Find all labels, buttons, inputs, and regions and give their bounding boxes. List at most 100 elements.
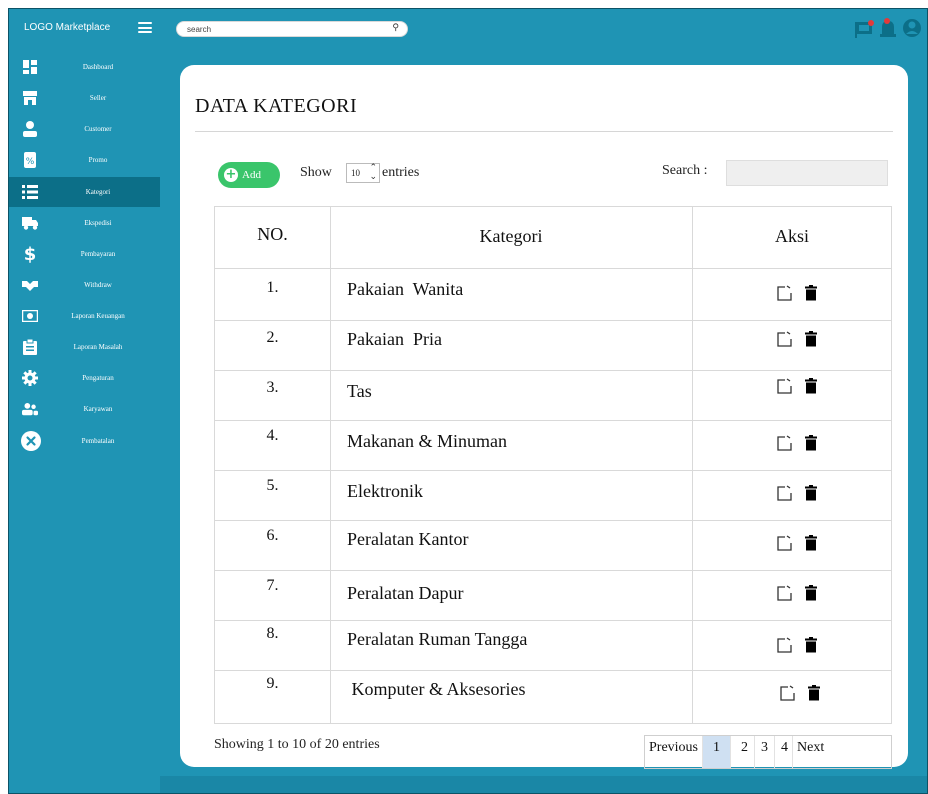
flag-icon[interactable] xyxy=(854,17,874,39)
row-number: 6. xyxy=(266,527,279,544)
list-icon xyxy=(22,183,38,201)
trash-icon[interactable] xyxy=(802,377,820,395)
show-label: Show xyxy=(300,165,332,180)
sidebar-item-ekspedisi[interactable]: Ekspedisi xyxy=(8,208,160,238)
sidebar-item-label: Karyawan xyxy=(83,405,113,413)
trash-icon[interactable] xyxy=(802,636,820,654)
sidebar-item-seller[interactable]: Seller xyxy=(8,83,160,113)
row-actions xyxy=(776,330,820,348)
sidebar-item-label: Dashboard xyxy=(82,63,114,71)
edit-icon[interactable] xyxy=(776,284,794,302)
sidebar-item-kategori[interactable]: Kategori xyxy=(8,177,160,207)
sidebar-item-laporan-keuangan[interactable]: Laporan Keuangan xyxy=(8,301,160,331)
svg-text:%: % xyxy=(26,157,35,167)
pagination-page-4[interactable]: 4 xyxy=(775,736,793,768)
row-kategori: Makanan & Minuman xyxy=(347,431,507,451)
content-panel: DATA KATEGORI + Add Show 10 ⌃ ⌄ entries S… xyxy=(180,65,908,769)
handshake-icon xyxy=(22,276,38,294)
search-label: Search : xyxy=(662,163,708,178)
row-number: 3. xyxy=(266,379,279,396)
edit-icon[interactable] xyxy=(776,434,794,452)
global-search[interactable]: ⚲ xyxy=(176,21,408,37)
row-kategori: Pakaian Pria xyxy=(347,329,442,349)
entries-select[interactable]: 10 ⌃ ⌄ xyxy=(346,163,380,183)
pagination-next[interactable]: Next xyxy=(793,736,828,768)
edit-icon[interactable] xyxy=(776,330,794,348)
sidebar-item-laporan-masalah[interactable]: Laporan Masalah xyxy=(8,332,160,362)
edit-icon[interactable] xyxy=(776,636,794,654)
user-icon[interactable] xyxy=(902,17,922,39)
sidebar-item-karyawan[interactable]: Karyawan xyxy=(8,394,160,424)
app-logo: LOGO Marketplace xyxy=(24,22,111,33)
clipboard-icon xyxy=(22,338,38,356)
pagination-page-1[interactable]: 1 xyxy=(703,736,731,768)
app-frame: LOGO Marketplace ⚲ Dashboard xyxy=(8,8,928,794)
trash-icon[interactable] xyxy=(802,284,820,302)
money-icon xyxy=(22,307,38,325)
sidebar-item-pembayaran[interactable]: $ Pembayaran xyxy=(8,239,160,269)
sidebar-item-promo[interactable]: % Promo xyxy=(8,145,160,175)
pagination-previous[interactable]: Previous xyxy=(645,736,703,768)
flag-notification-dot xyxy=(868,20,874,26)
row-actions xyxy=(776,484,820,502)
search-icon[interactable]: ⚲ xyxy=(392,23,399,33)
row-actions xyxy=(776,636,820,654)
row-kategori: Komputer & Aksesories xyxy=(347,679,526,699)
sidebar-item-dashboard[interactable]: Dashboard xyxy=(8,52,160,82)
row-number: 4. xyxy=(266,427,279,444)
dashboard-icon xyxy=(22,58,38,76)
add-button[interactable]: + Add xyxy=(218,162,280,188)
pagination: Previous 1 2 3 4 Next xyxy=(644,735,892,769)
row-kategori: Peralatan Dapur xyxy=(347,583,464,603)
plus-icon: + xyxy=(224,167,238,182)
edit-icon[interactable] xyxy=(776,584,794,602)
sidebar: Dashboard Seller Customer % Promo Katego… xyxy=(8,50,160,794)
row-kategori: Tas xyxy=(347,381,372,401)
sidebar-item-label: Pembatalan xyxy=(81,437,115,445)
column-header-no: NO. xyxy=(257,224,288,244)
trash-icon[interactable] xyxy=(802,534,820,552)
updown-chevron-icon: ⌃ ⌄ xyxy=(369,163,377,182)
trash-icon[interactable] xyxy=(802,434,820,452)
row-number: 1. xyxy=(266,279,279,296)
title-divider xyxy=(195,131,893,132)
row-kategori: Elektronik xyxy=(347,481,423,501)
row-actions xyxy=(776,377,820,395)
edit-icon[interactable] xyxy=(779,684,797,702)
store-icon xyxy=(22,89,38,107)
bell-icon[interactable] xyxy=(878,17,898,39)
sidebar-item-customer[interactable]: Customer xyxy=(8,114,160,144)
row-actions xyxy=(776,284,820,302)
person-icon xyxy=(22,120,38,138)
row-number: 2. xyxy=(266,329,279,346)
pagination-page-2[interactable]: 2 xyxy=(731,736,755,768)
add-button-label: Add xyxy=(242,169,261,181)
sidebar-item-pembatalan[interactable]: Pembatalan xyxy=(8,426,160,456)
top-icons xyxy=(854,17,922,39)
row-number: 7. xyxy=(266,577,279,594)
edit-icon[interactable] xyxy=(776,534,794,552)
trash-icon[interactable] xyxy=(802,584,820,602)
sidebar-item-pengaturan[interactable]: Pengaturan xyxy=(8,363,160,393)
trash-icon[interactable] xyxy=(802,484,820,502)
sidebar-item-label: Promo xyxy=(88,156,108,164)
table-search-input[interactable] xyxy=(726,160,888,186)
row-number: 8. xyxy=(266,625,279,642)
sidebar-item-label: Ekspedisi xyxy=(84,219,112,227)
truck-icon xyxy=(22,214,38,232)
menu-toggle-icon[interactable] xyxy=(138,22,152,33)
dollar-icon: $ xyxy=(23,243,37,265)
pagination-page-3[interactable]: 3 xyxy=(755,736,775,768)
top-bar: LOGO Marketplace ⚲ xyxy=(8,8,928,50)
showing-entries-text: Showing 1 to 10 of 20 entries xyxy=(214,737,380,752)
column-header-aksi: Aksi xyxy=(774,226,809,246)
global-search-input[interactable] xyxy=(187,23,377,35)
trash-icon[interactable] xyxy=(805,684,823,702)
sidebar-item-withdraw[interactable]: Withdraw xyxy=(8,270,160,300)
entries-select-value: 10 xyxy=(351,168,360,178)
sidebar-item-label: Laporan Keuangan xyxy=(71,312,125,320)
trash-icon[interactable] xyxy=(802,330,820,348)
edit-icon[interactable] xyxy=(776,377,794,395)
sidebar-item-label: Withdraw xyxy=(84,281,112,289)
edit-icon[interactable] xyxy=(776,484,794,502)
